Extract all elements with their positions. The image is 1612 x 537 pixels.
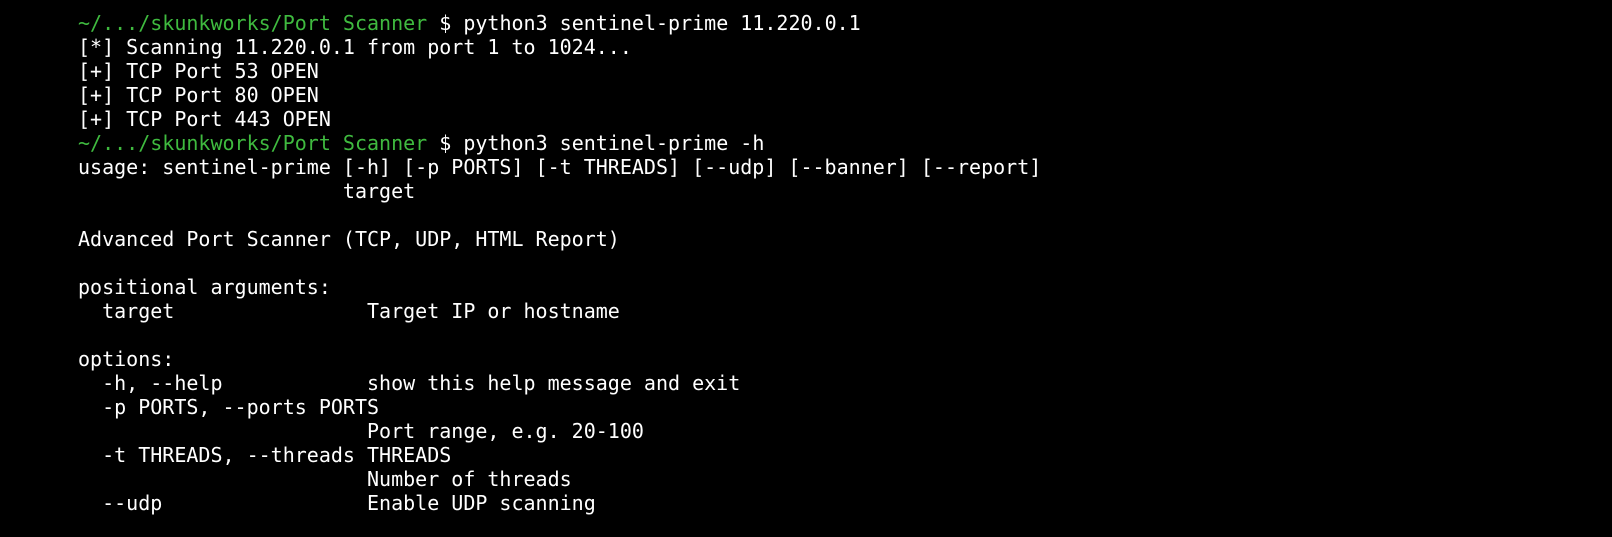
output-line: positional arguments:	[78, 275, 331, 299]
output-line: -p PORTS, --ports PORTS	[78, 395, 380, 419]
terminal-window[interactable]: ~/.../skunkworks/Port Scanner $ python3 …	[78, 11, 1598, 515]
output-line: Number of threads	[78, 467, 572, 491]
prompt-line: ~/.../skunkworks/Port Scanner $ python3 …	[78, 131, 1598, 155]
prompt-path: ~/.../skunkworks/Port Scanner	[78, 131, 428, 155]
output-line: options:	[78, 347, 175, 371]
output-line: [+] TCP Port 53 OPEN	[78, 59, 319, 83]
output-line: usage: sentinel-prime [-h] [-p PORTS] [-…	[78, 155, 1042, 179]
output-line: Port range, e.g. 20-100	[78, 419, 644, 443]
output-line: target	[78, 179, 416, 203]
output-line: [+] TCP Port 443 OPEN	[78, 107, 331, 131]
command-text: python3 sentinel-prime -h	[463, 131, 765, 155]
prompt-path: ~/.../skunkworks/Port Scanner	[78, 11, 428, 35]
output-line: target Target IP or hostname	[78, 299, 620, 323]
output-line: -t THREADS, --threads THREADS	[78, 443, 452, 467]
output-line: --udp Enable UDP scanning	[78, 491, 596, 515]
command-text: python3 sentinel-prime 11.220.0.1	[463, 11, 861, 35]
output-line: [+] TCP Port 80 OPEN	[78, 83, 319, 107]
prompt-symbol: $	[439, 131, 452, 155]
prompt-line: ~/.../skunkworks/Port Scanner $ python3 …	[78, 11, 1598, 35]
output-line: -h, --help show this help message and ex…	[78, 371, 741, 395]
prompt-symbol: $	[439, 11, 452, 35]
output-line: [*] Scanning 11.220.0.1 from port 1 to 1…	[78, 35, 632, 59]
output-line: Advanced Port Scanner (TCP, UDP, HTML Re…	[78, 227, 620, 251]
